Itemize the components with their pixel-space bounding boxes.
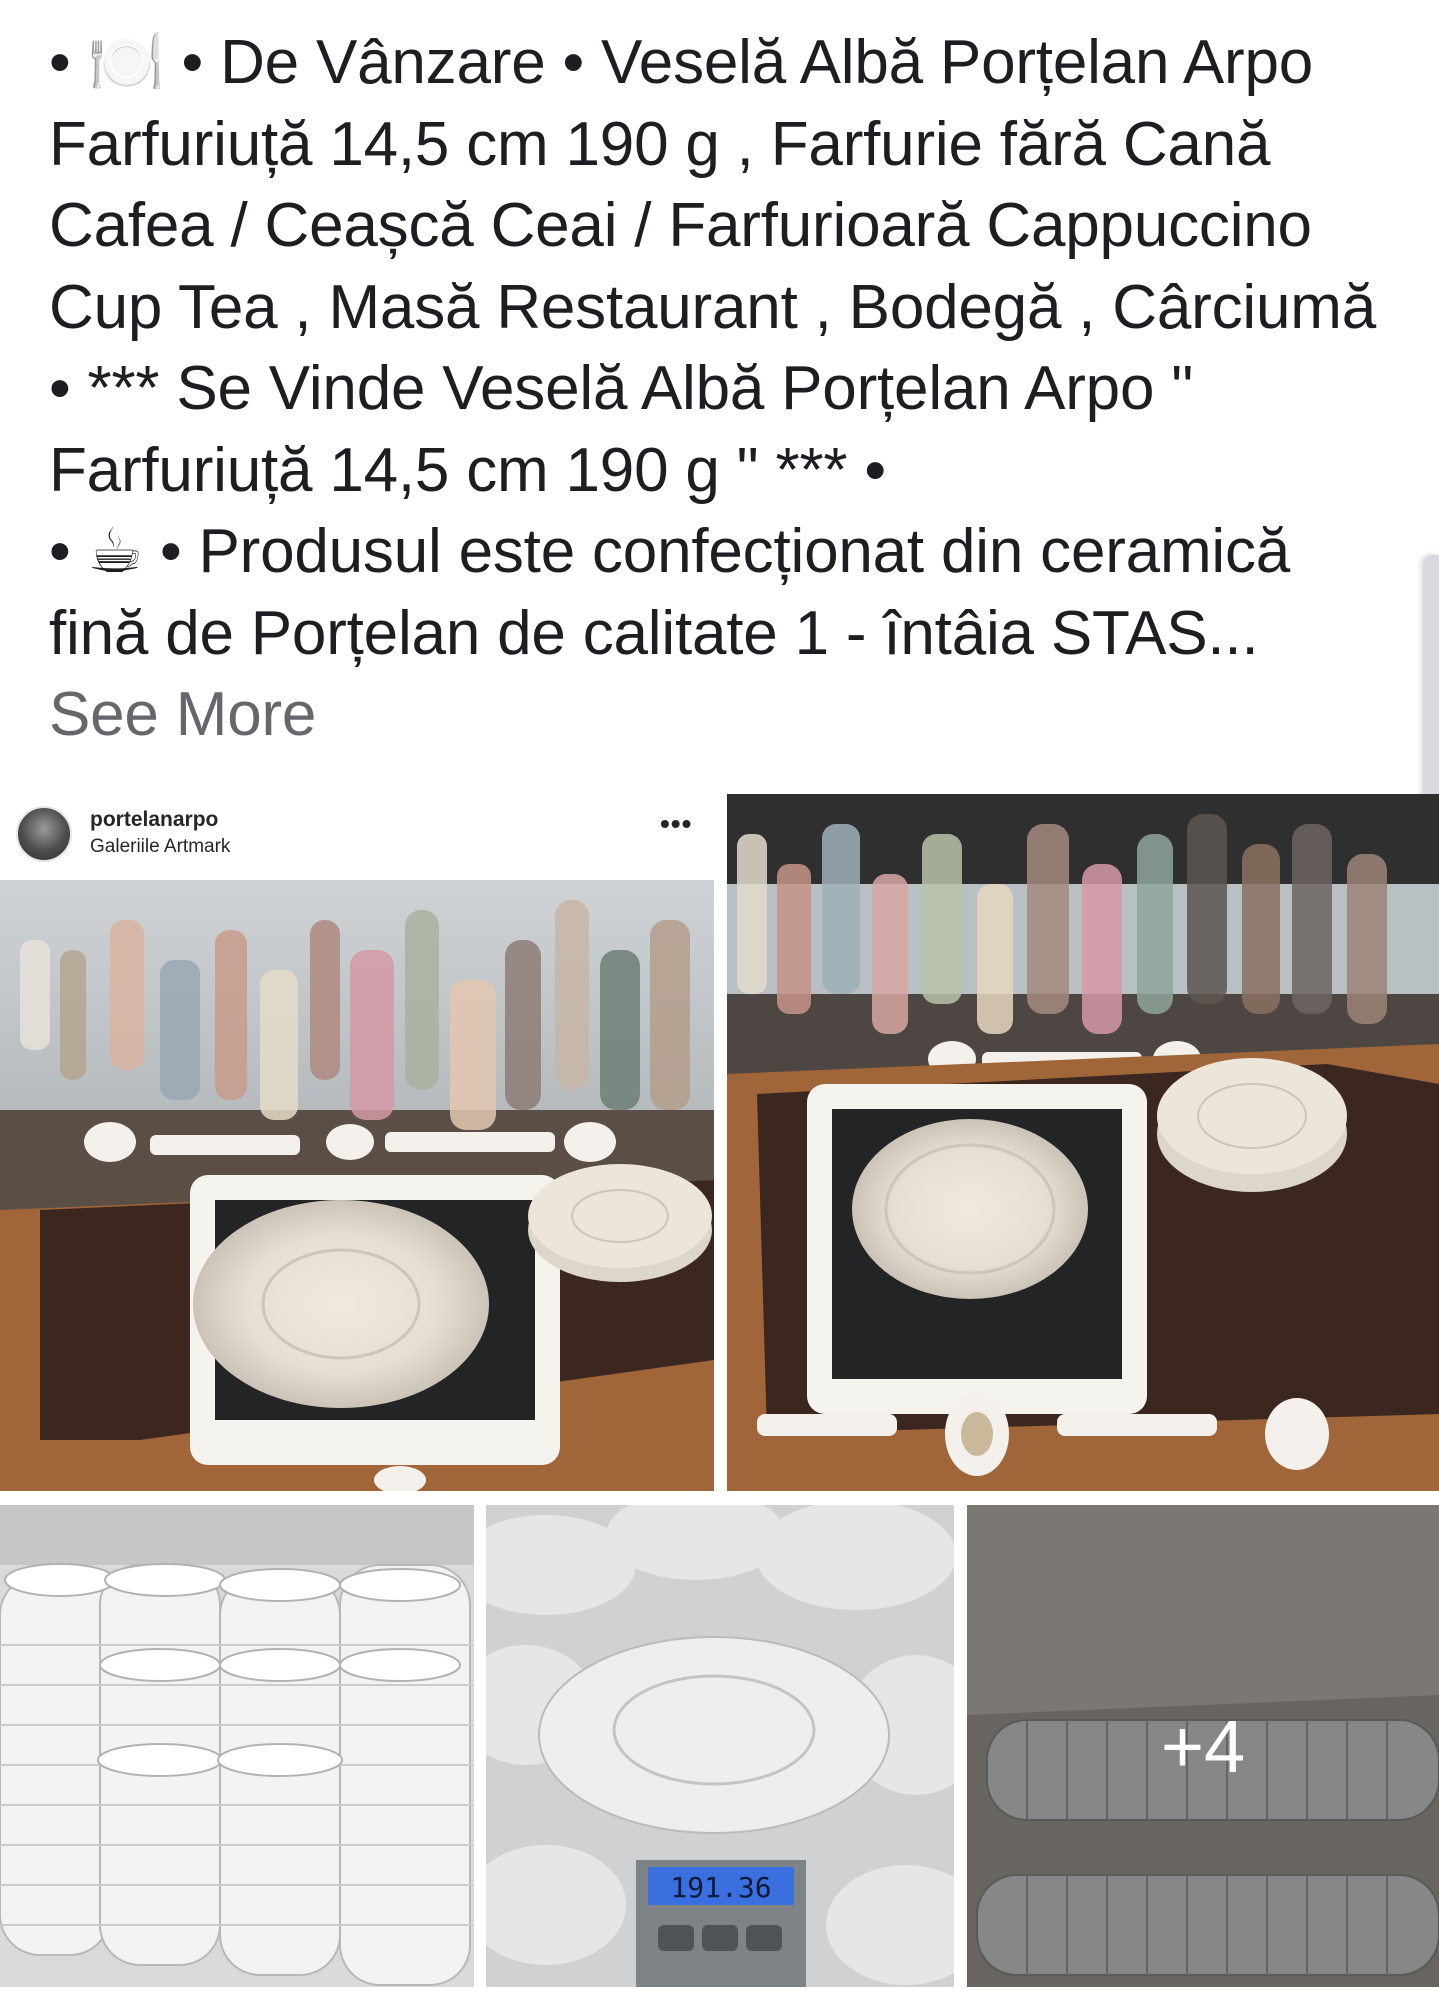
post-text-line: Farfuriuță 14,5 cm 190 g " *** • <box>49 435 886 505</box>
see-more-link[interactable]: See More <box>49 674 1419 756</box>
post-text-line: fină de Porțelan de calitate 1 - întâia … <box>49 598 1259 668</box>
more-options-icon: ••• <box>660 808 693 839</box>
photo-boxed-plates-more[interactable]: +4 <box>967 1505 1439 1987</box>
more-photos-count[interactable]: +4 <box>967 1505 1439 1987</box>
scrollbar[interactable] <box>1423 555 1439 815</box>
post-text-line: • ☕ • Produsul este confecționat din cer… <box>49 517 1291 586</box>
photo-instagram-screenshot[interactable]: portelanarpo Galeriile Artmark ••• <box>0 794 714 1491</box>
instagram-username: portelanarpo <box>90 808 219 831</box>
post-text-line: • 🍽️ • De Vânzare • Veselă Albă Porțelan… <box>49 28 1314 97</box>
post-text-line: Cafea / Ceașcă Ceai / Farfurioară Cappuc… <box>49 191 1312 260</box>
instagram-location: Galeriile Artmark <box>90 836 231 857</box>
photo-scale-plate[interactable]: 191.36 <box>486 1505 954 1987</box>
post-text-line: Cup Tea , Masă Restaurant , Bodegă , Câr… <box>49 272 1376 342</box>
scale-reading: 191.36 <box>670 1871 771 1904</box>
post-text-line: Farfuriuță 14,5 cm 190 g , Farfurie fără… <box>49 109 1271 179</box>
photo-table-setting <box>0 880 714 1491</box>
instagram-header: portelanarpo Galeriile Artmark ••• <box>0 794 714 880</box>
photo-table-setting-2[interactable] <box>727 794 1439 1491</box>
photo-plate-stacks[interactable] <box>0 1505 474 1987</box>
post-text-line: • *** Se Vinde Veselă Albă Porțelan Arpo… <box>49 354 1194 423</box>
avatar <box>16 806 72 862</box>
post-text: • 🍽️ • De Vânzare • Veselă Albă Porțelan… <box>49 22 1419 756</box>
